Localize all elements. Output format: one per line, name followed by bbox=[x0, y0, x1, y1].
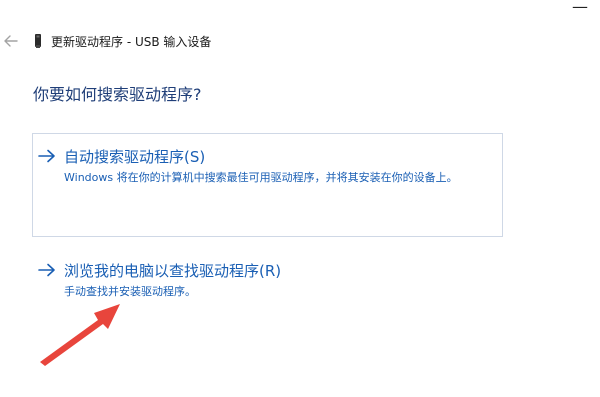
close-glyph: — bbox=[572, 0, 588, 16]
back-arrow-icon bbox=[4, 35, 18, 47]
title-bar: 更新驱动程序 - USB 输入设备 bbox=[0, 30, 211, 52]
window-title: 更新驱动程序 - USB 输入设备 bbox=[51, 34, 212, 49]
option-label[interactable]: 自动搜索驱动程序(S) bbox=[64, 146, 205, 167]
option-label[interactable]: 浏览我的电脑以查找驱动程序(R) bbox=[64, 260, 281, 281]
close-button[interactable]: — bbox=[570, 0, 590, 18]
page-heading: 你要如何搜索驱动程序? bbox=[33, 85, 202, 104]
option-description: 手动查找并安装驱动程序。 bbox=[64, 285, 196, 298]
browse-computer-option[interactable]: 浏览我的电脑以查找驱动程序(R) 手动查找并安装驱动程序。 bbox=[38, 259, 281, 299]
option-description: Windows 将在你的计算机中搜索最佳可用驱动程序，并将其安装在你的设备上。 bbox=[64, 171, 458, 184]
right-arrow-icon bbox=[38, 148, 56, 164]
usb-device-icon bbox=[33, 33, 43, 49]
back-button[interactable] bbox=[1, 31, 21, 51]
update-driver-window: — 更新驱动程序 - USB 输入设备 你要如何搜索驱动程序? 自动搜索驱动程序… bbox=[0, 0, 600, 397]
search-automatically-option[interactable]: 自动搜索驱动程序(S) Windows 将在你的计算机中搜索最佳可用驱动程序，并… bbox=[38, 145, 458, 185]
red-pointer-arrow-icon bbox=[40, 304, 120, 366]
right-arrow-icon bbox=[38, 262, 56, 278]
